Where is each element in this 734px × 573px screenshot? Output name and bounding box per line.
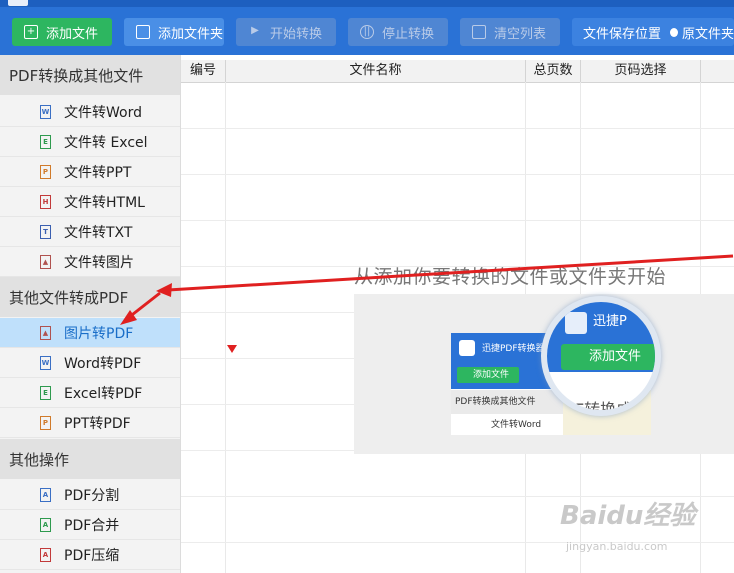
annotation-arrows	[120, 254, 734, 325]
baidu-watermark: Baidu经验	[560, 501, 696, 531]
arrow-line	[167, 254, 734, 292]
baidu-watermark-url: jingyan.baidu.com	[566, 540, 668, 553]
